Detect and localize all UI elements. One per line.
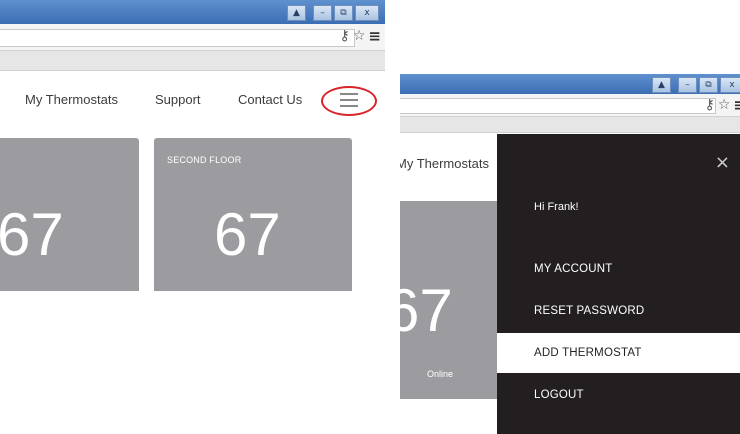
- key-icon[interactable]: ⚷: [340, 28, 350, 44]
- nav-contact-us[interactable]: Contact Us: [238, 92, 302, 107]
- menu-icon[interactable]: ≡: [368, 28, 381, 44]
- address-bar: ⚷ ☆ ≡: [0, 24, 385, 51]
- star-icon[interactable]: ☆: [718, 97, 731, 113]
- minimize-button[interactable]: –: [313, 5, 332, 21]
- browser-titlebar: ▲ – ⧉ x: [400, 74, 740, 94]
- restore-button[interactable]: ⧉: [699, 77, 718, 93]
- menu-icon[interactable]: ≡: [733, 97, 740, 113]
- browser-titlebar: ▲ – ⧉ x: [0, 0, 385, 24]
- menu-item-logout[interactable]: LOGOUT: [497, 375, 740, 415]
- star-icon[interactable]: ☆: [353, 28, 366, 44]
- url-field[interactable]: [0, 29, 355, 47]
- right-screenshot: ▲ – ⧉ x ⚷ ☆ ≡ My Thermostats 67 Online ×…: [400, 74, 740, 434]
- menu-item-add-thermostat[interactable]: ADD THERMOSTAT: [497, 333, 740, 373]
- nav-my-thermostats[interactable]: My Thermostats: [25, 92, 118, 107]
- user-icon[interactable]: ▲: [652, 77, 671, 93]
- close-icon[interactable]: ×: [715, 154, 730, 172]
- status-label: Online: [426, 369, 453, 379]
- close-window-button[interactable]: x: [355, 5, 379, 21]
- hamburger-icon: [340, 93, 358, 95]
- key-icon[interactable]: ⚷: [705, 97, 715, 113]
- menu-item-my-account[interactable]: MY ACCOUNT: [497, 249, 740, 289]
- menu-item-reset-password[interactable]: RESET PASSWORD: [497, 291, 740, 331]
- minimize-button[interactable]: –: [678, 77, 697, 93]
- side-menu-drawer: × Hi Frank! MY ACCOUNT RESET PASSWORD AD…: [497, 134, 740, 434]
- close-window-button[interactable]: x: [720, 77, 740, 93]
- nav-my-thermostats[interactable]: My Thermostats: [400, 156, 489, 171]
- temperature-reading: 67: [0, 201, 64, 268]
- greeting: Hi Frank!: [534, 201, 579, 213]
- thermostat-card-second-floor[interactable]: SECOND FLOOR 67: [154, 138, 352, 291]
- nav-support[interactable]: Support: [155, 92, 201, 107]
- hamburger-menu-button[interactable]: [321, 86, 377, 116]
- address-bar: ⚷ ☆ ≡: [400, 94, 740, 117]
- highlight-circle: [321, 86, 377, 116]
- bookmarks-bar: [400, 117, 740, 133]
- window-controls: ▲ – ⧉ x: [287, 5, 379, 21]
- temperature-reading: 67: [400, 277, 453, 344]
- left-screenshot: ▲ – ⧉ x ⚷ ☆ ≡ My Thermostats Support Con…: [0, 0, 385, 300]
- url-field[interactable]: [400, 98, 716, 114]
- temperature-reading: 67: [214, 201, 281, 268]
- user-icon[interactable]: ▲: [287, 5, 306, 21]
- thermostat-card[interactable]: 67: [0, 138, 139, 291]
- window-controls: ▲ – ⧉ x: [652, 77, 740, 93]
- thermostat-name: SECOND FLOOR: [167, 155, 242, 165]
- bookmarks-bar: [0, 51, 385, 71]
- restore-button[interactable]: ⧉: [334, 5, 353, 21]
- thermostat-card[interactable]: 67 Online: [400, 201, 497, 399]
